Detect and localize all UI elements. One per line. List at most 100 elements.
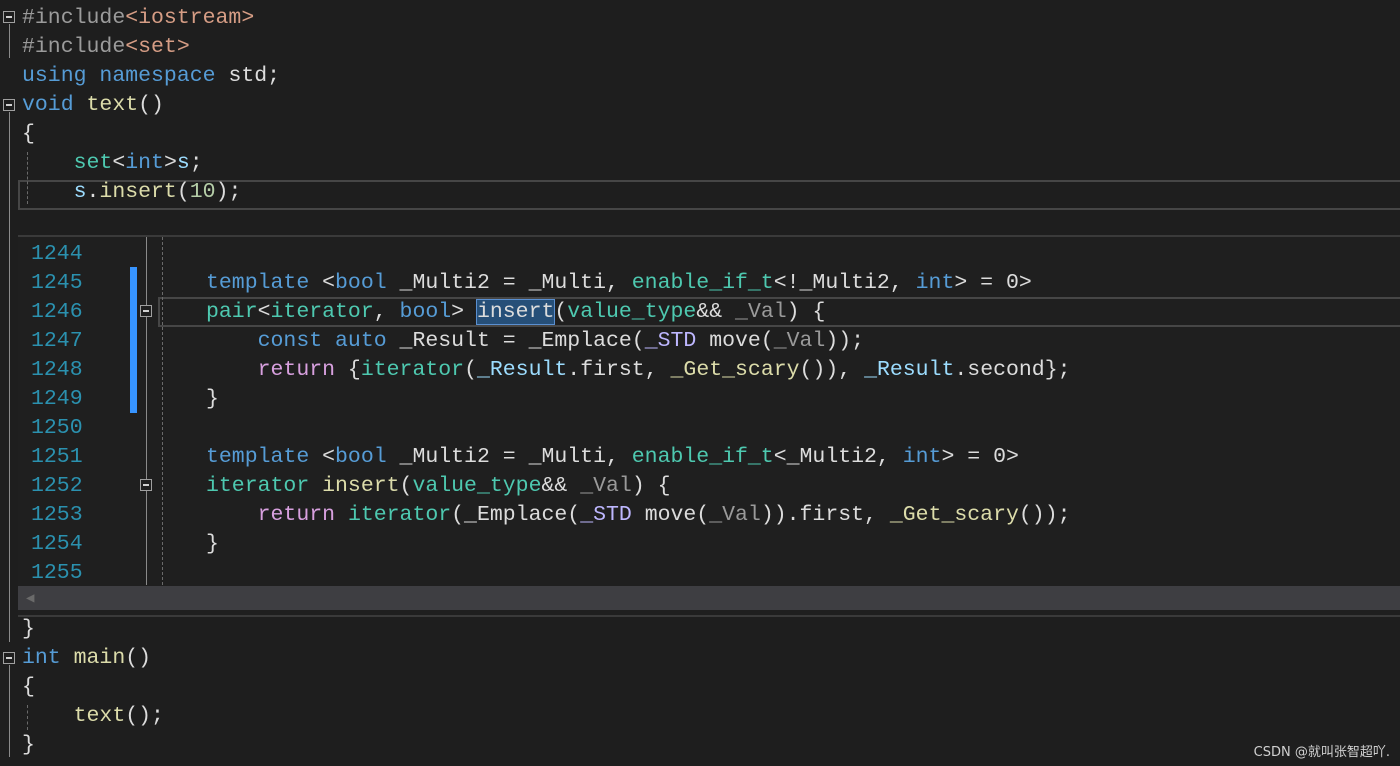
code-token: { [335,358,361,382]
line-number: 1248 [31,358,83,382]
code-token: text [73,704,126,728]
code-token: text [86,93,139,117]
outline-line [9,665,10,757]
code-line[interactable]: iterator insert(value_type&& _Val) { [206,472,671,501]
code-line[interactable]: text(); [22,702,164,731]
code-line[interactable]: } [22,731,35,760]
code-token: ) { [631,474,671,498]
code-token: 10 [189,180,216,204]
code-token: iterator [360,358,465,382]
code-line[interactable]: #include<iostream> [22,4,254,33]
scroll-left-icon[interactable]: ◀ [26,590,34,607]
line-number: 1254 [31,532,83,556]
change-bar [130,267,137,413]
code-token: auto [335,329,387,353]
code-token: insert [322,474,400,498]
code-token: _Val [580,474,632,498]
code-token: _Val [773,329,826,353]
code-token: move( [696,329,774,353]
collapse-icon[interactable] [3,11,15,23]
code-token: return [257,358,336,382]
code-line[interactable]: return iterator(_Emplace(_STD move(_Val)… [206,501,1071,530]
code-token: using [22,64,87,88]
line-number: 1253 [31,503,83,527]
code-token: <set> [125,35,190,59]
code-token: > [163,151,177,175]
code-line[interactable]: int main() [22,644,151,673]
code-token: #include [22,35,126,59]
line-number: 1249 [31,387,83,411]
code-token: < [309,445,336,469]
code-token: enable_if_t [631,445,774,469]
code-token: <iostream> [125,6,255,30]
code-token: template [206,271,310,295]
code-token: namespace [99,64,216,88]
line-number: 1244 [31,242,83,266]
code-token: _Get_scary [670,358,800,382]
code-line[interactable]: const auto _Result = _Emplace(_STD move(… [206,327,864,356]
code-line[interactable]: s.insert(10); [22,178,242,207]
code-token: insert [99,180,177,204]
horizontal-scrollbar[interactable]: ◀ [18,586,1400,610]
code-line[interactable]: return {iterator(_Result.first, _Get_sca… [206,356,1071,385]
collapse-icon[interactable] [140,305,152,317]
code-token: _Multi2 = _Multi, [386,445,632,469]
code-line[interactable]: } [206,385,219,414]
code-token: > = 0> [954,271,1032,295]
code-token: #include [22,6,126,30]
code-line[interactable]: { [22,120,35,149]
outline-line [9,24,10,58]
collapse-icon[interactable] [140,479,152,491]
code-token: iterator [206,474,310,498]
code-token: < [309,271,336,295]
code-token: set [73,151,113,175]
code-token: ( [399,474,413,498]
code-token: () [125,646,152,670]
code-line[interactable]: { [22,673,35,702]
code-line[interactable]: template <bool _Multi2 = _Multi, enable_… [206,443,1019,472]
code-line[interactable]: #include<set> [22,33,190,62]
code-token: )); [825,329,865,353]
code-token: _STD [644,329,697,353]
code-token: main [73,646,126,670]
code-line[interactable]: template <bool _Multi2 = _Multi, enable_… [206,269,1032,298]
code-token: ); [215,180,242,204]
collapse-icon[interactable] [3,99,15,111]
watermark: CSDN @就叫张智超吖. [1253,745,1390,760]
code-token: _Result [864,358,955,382]
code-line[interactable]: } [206,530,219,559]
code-token: ; [189,151,203,175]
code-line[interactable]: using namespace std; [22,62,280,91]
code-token: .first, [567,358,671,382]
line-number: 1255 [31,561,83,585]
peek-definition-window[interactable]: template <bool _Multi2 = _Multi, enable_… [18,235,1400,617]
code-token: move( [631,503,710,527]
code-token: } [206,387,219,411]
code-token: { [22,122,35,146]
code-line[interactable]: set<int>s; [22,149,203,178]
code-token: _STD [580,503,632,527]
code-token: } [22,733,35,757]
line-number: 1247 [31,329,83,353]
code-line[interactable]: } [22,615,35,644]
code-token: ()), [799,358,865,382]
code-token: < [112,151,126,175]
code-line[interactable]: void text() [22,91,164,120]
indent-guide [27,705,28,730]
indent-guide [27,152,28,204]
line-number: 1245 [31,271,83,295]
outline-line [9,112,10,642]
code-token: bool [335,445,387,469]
code-token: _Result = _Emplace( [386,329,645,353]
code-token: <!_Multi2, [773,271,916,295]
collapse-icon[interactable] [3,652,15,664]
code-token: > = 0> [941,445,1019,469]
